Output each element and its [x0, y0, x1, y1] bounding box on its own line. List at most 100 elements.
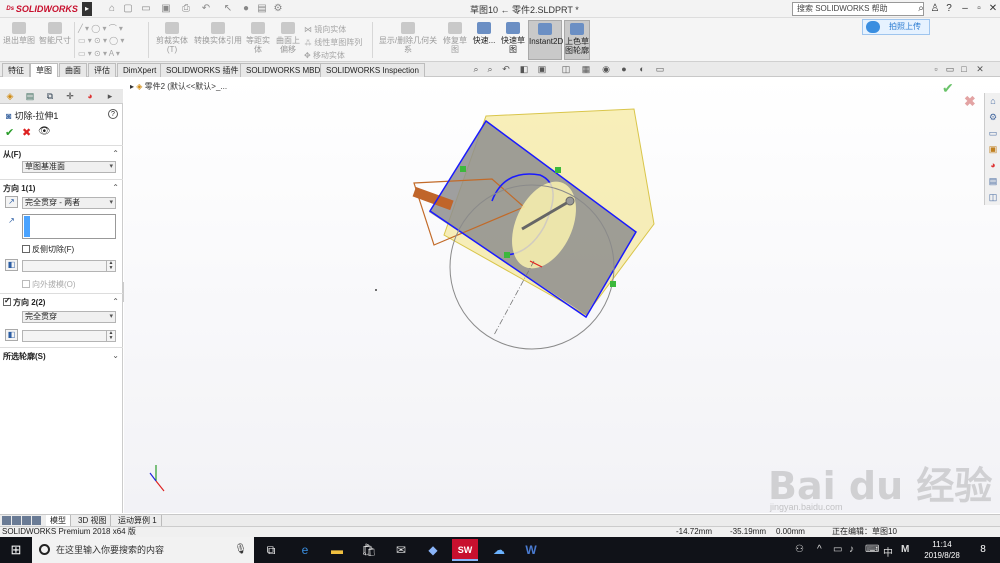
print-icon[interactable]: ⎙ [180, 3, 192, 15]
instant2d-button[interactable]: Instant2D [528, 20, 563, 60]
store-icon[interactable]: 🛍 [356, 539, 382, 561]
previous-view-icon[interactable]: ↶ [500, 64, 512, 75]
selected-contours-header[interactable]: 所选轮廓(S) ⌄ [3, 351, 121, 363]
cloud-app-icon[interactable]: ☁ [486, 539, 512, 561]
graphics-area[interactable]: ▸ ◈ 零件2 (默认<<默认>_... ✔ ✖ [124, 77, 1000, 513]
help-icon[interactable]: ? [942, 1, 956, 17]
rapid-sketch-button[interactable]: 快速草图 [500, 22, 526, 54]
ime-indicator-icon[interactable]: M [901, 544, 909, 555]
hide-show-items-icon[interactable]: ◉ [600, 64, 612, 75]
reverse-direction-icon[interactable]: ↗ [5, 196, 18, 208]
help-icon[interactable]: ? [108, 109, 118, 119]
solidworks-taskbar-icon[interactable]: SW [452, 539, 478, 561]
people-icon[interactable]: ⚇ [795, 544, 804, 555]
design-library-icon[interactable]: ⚙ [987, 111, 999, 123]
first-tab-icon[interactable] [2, 516, 11, 525]
direction2-draft-spinner[interactable]: ▲ ▼ [22, 330, 116, 342]
tab-evaluate[interactable]: 评估 [88, 63, 116, 77]
edge-browser-icon[interactable]: e [292, 539, 318, 561]
save-icon[interactable]: ▣ [160, 3, 172, 15]
forum-icon[interactable]: ◫ [987, 191, 999, 203]
tab-mbd[interactable]: SOLIDWORKS MBD [240, 63, 327, 77]
property-manager-tab-icon[interactable]: ▤ [22, 90, 38, 103]
menu-expand-arrow-icon[interactable]: ▸ [82, 2, 92, 16]
surface-offset-button[interactable]: 曲面上偏移 [274, 22, 302, 54]
draft-icon[interactable]: ◧ [5, 329, 18, 341]
photo-upload-button[interactable]: 拍照上传 [862, 19, 930, 35]
minimize-button[interactable]: – [958, 1, 972, 17]
last-tab-icon[interactable] [32, 516, 41, 525]
configuration-manager-tab-icon[interactable]: ⧉ [42, 90, 58, 103]
appearances-icon[interactable]: ◕ [987, 159, 999, 171]
direction-selection-list[interactable] [22, 214, 116, 239]
offset-entities-button[interactable]: 等距实体 [244, 22, 272, 54]
tab-sketch[interactable]: 草图 [30, 63, 58, 77]
display-relations-button[interactable]: 显示/删除几何关系 [376, 22, 440, 54]
home-icon[interactable]: ⌂ [106, 3, 118, 15]
system-clock[interactable]: 11:14 2019/8/28 [918, 539, 966, 561]
user-icon[interactable]: ♙ [928, 1, 942, 17]
dynamic-annotation-icon[interactable]: ▣ [536, 64, 548, 75]
select-arrow-icon[interactable]: ↖ [222, 3, 234, 15]
app-blue-icon[interactable]: ◆ [420, 539, 446, 561]
viewport-maximize-icon[interactable]: □ [958, 64, 970, 75]
convert-entities-button[interactable]: 转换实体引用 [194, 22, 242, 45]
rebuild-icon[interactable]: ● [240, 3, 252, 15]
keyboard-icon[interactable]: ⌨ [865, 544, 879, 555]
windows-start-button[interactable]: ⊞ [0, 537, 32, 563]
word-icon[interactable]: W [518, 539, 544, 561]
prev-tab-icon[interactable] [12, 516, 21, 525]
mirror-entities-button[interactable]: ⋈ 镜向实体 [304, 24, 346, 35]
direction2-section-header[interactable]: 方向 2(2) ⌃ [3, 296, 121, 309]
solidworks-logo[interactable]: ᴰˢ SOLIDWORKS [2, 2, 82, 16]
volume-icon[interactable]: ♪ [849, 544, 854, 555]
viewport-close-icon[interactable]: ✕ [974, 64, 986, 75]
tab-dimxpert[interactable]: DimXpert [117, 63, 163, 77]
direction2-checkbox[interactable] [3, 296, 11, 306]
options-gear-icon[interactable]: ⚙ [272, 3, 284, 15]
close-button[interactable]: ✕ [986, 1, 1000, 17]
ime-mode[interactable]: 中 [883, 544, 893, 559]
direction1-section-header[interactable]: 方向 1(1) ⌃ [3, 183, 121, 195]
file-properties-icon[interactable]: ▤ [256, 3, 268, 15]
section-view-icon[interactable]: ◧ [518, 64, 530, 75]
viewport-minimize-icon[interactable]: ▫ [930, 64, 942, 75]
line-tool-icon[interactable]: ╱ ▾ ◯ ▾ ⌒ ▾ [78, 23, 123, 34]
search-icon[interactable]: ⌕ [914, 1, 928, 17]
exit-sketch-button[interactable]: 退出草图 [2, 22, 36, 45]
new-document-icon[interactable]: ▢ [122, 3, 134, 15]
from-section-header[interactable]: 从(F) ⌃ [3, 149, 121, 161]
flip-side-to-cut-checkbox[interactable]: 反侧切除(F) [22, 244, 74, 255]
cancel-x-icon[interactable]: ✖ [22, 126, 31, 139]
resources-home-icon[interactable]: ⌂ [987, 95, 999, 107]
point-tool-icon[interactable]: ▭ ▾ ⊙ ▾ A ▾ [78, 49, 120, 58]
shaded-contours-button[interactable]: 上色草图轮廓 [564, 20, 590, 60]
view-settings-icon[interactable]: ▭ [654, 64, 666, 75]
next-tab-icon[interactable] [22, 516, 31, 525]
zoom-to-area-icon[interactable]: ⌕ [484, 64, 496, 75]
show-hidden-icons-icon[interactable]: ^ [817, 544, 822, 555]
action-center-icon[interactable]: 8 [975, 542, 991, 558]
restore-button[interactable]: ▫ [972, 1, 986, 17]
help-search-input[interactable]: 搜索 SOLIDWORKS 帮助 [792, 2, 924, 16]
taskbar-search-box[interactable]: 在这里输入你要搜索的内容 🎙 [32, 537, 254, 563]
direction1-end-condition-select[interactable]: 完全贯穿 - 两者 ▾ [22, 197, 116, 209]
repair-sketch-button[interactable]: 修复草图 [442, 22, 468, 54]
feature-manager-tab-icon[interactable]: ◈ [2, 90, 18, 103]
draft-angle-spinner[interactable]: ▲ ▼ [22, 260, 116, 272]
task-view-icon[interactable]: ⧉ [258, 539, 284, 561]
rectangle-tool-icon[interactable]: ▭ ▾ ⊙ ▾ ◯ ▾ [78, 36, 124, 45]
tab-addins[interactable]: SOLIDWORKS 插件 [160, 63, 245, 77]
panel-more-icon[interactable]: ▸ [102, 90, 118, 103]
undo-icon[interactable]: ↶ [200, 3, 212, 15]
microphone-icon[interactable]: 🎙 [234, 537, 247, 563]
zoom-to-fit-icon[interactable]: ⌕ [470, 64, 482, 75]
from-select[interactable]: 草图基准面 ▾ [22, 161, 116, 173]
network-icon[interactable]: ▭ [833, 544, 842, 555]
linear-pattern-button[interactable]: ⁂ 线性草图阵列 [304, 37, 362, 48]
tab-features[interactable]: 特征 [2, 63, 30, 77]
appearance-icon[interactable]: ● [618, 64, 630, 75]
tab-inspection[interactable]: SOLIDWORKS Inspection [320, 63, 425, 77]
open-folder-icon[interactable]: ▭ [140, 3, 152, 15]
ok-checkmark-icon[interactable]: ✔ [5, 126, 14, 139]
